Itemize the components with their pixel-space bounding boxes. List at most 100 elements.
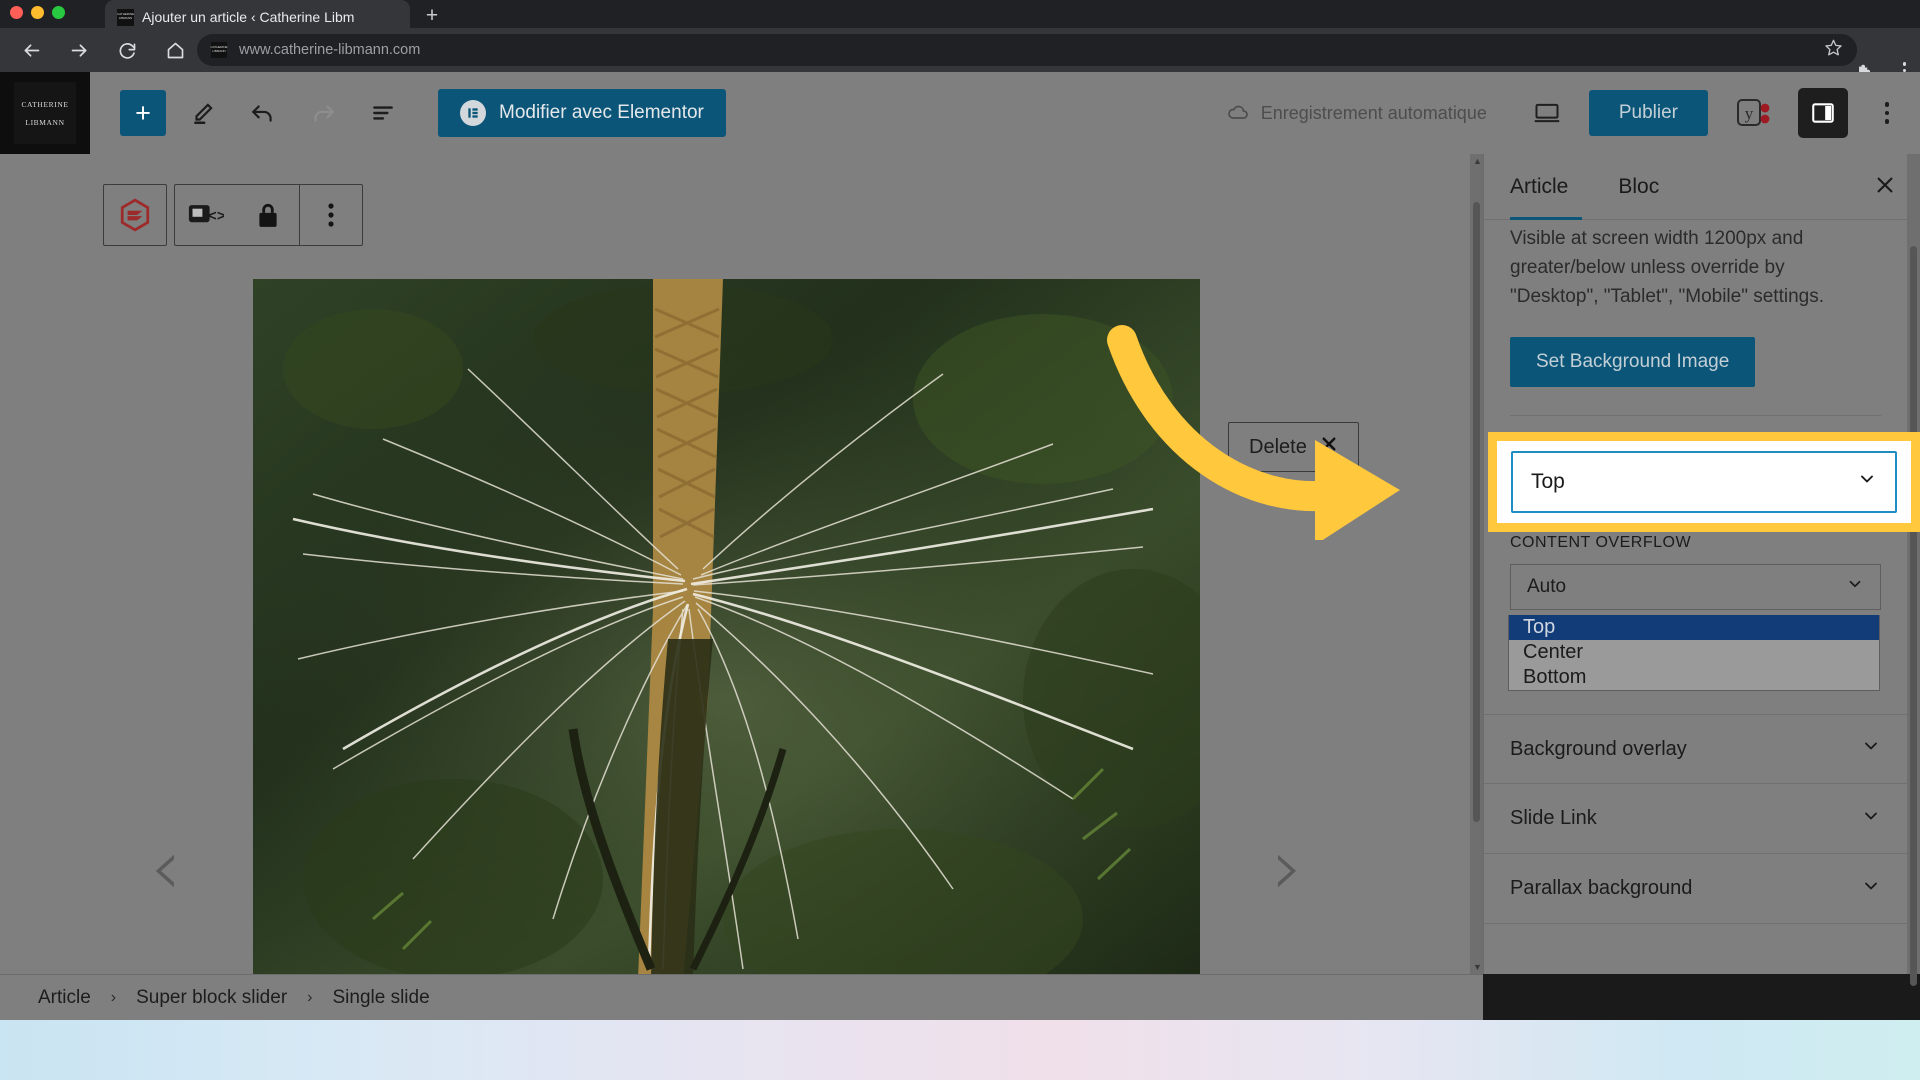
kebab-dot xyxy=(1902,62,1906,66)
svg-text:<>: <> xyxy=(208,209,224,225)
chevron-down-icon xyxy=(1861,806,1881,832)
settings-sidebar: Article Bloc Visible at screen width 120… xyxy=(1483,154,1920,986)
omni-favicon-line-2: LIBMANN xyxy=(212,49,226,53)
background-image-section: Visible at screen width 1200px and great… xyxy=(1484,220,1907,416)
set-background-image-button[interactable]: Set Background Image xyxy=(1510,337,1756,387)
close-x-icon xyxy=(1320,435,1338,459)
tab-favicon: CATHERINE LIBMANN xyxy=(117,8,134,26)
accordion-label: Slide Link xyxy=(1510,807,1597,829)
delete-slide-button[interactable]: Delete xyxy=(1228,422,1359,472)
lock-icon[interactable] xyxy=(237,185,299,245)
editor-options-icon[interactable] xyxy=(1870,91,1904,135)
delete-label: Delete xyxy=(1249,435,1307,458)
autosave-label: Enregistrement automatique xyxy=(1260,102,1487,123)
content-vertical-alignment-select[interactable]: Top xyxy=(1511,451,1897,513)
kebab-dot xyxy=(1884,119,1890,124)
site-logo-line-2: LIBMANN xyxy=(25,117,65,127)
visibility-note-line-1: Visible at screen width 1200px and xyxy=(1510,228,1804,249)
svg-text:y: y xyxy=(1745,104,1754,123)
breadcrumb-item-article[interactable]: Article xyxy=(38,987,91,1009)
accordion-parallax-background[interactable]: Parallax background xyxy=(1484,854,1907,924)
highlight-inner: Top xyxy=(1497,441,1911,523)
editor-toolbar: + Modifier avec Elementor Enregistrement… xyxy=(90,72,1920,154)
forward-arrow-icon[interactable] xyxy=(62,33,96,67)
publish-button[interactable]: Publier xyxy=(1588,90,1708,136)
cloud-icon xyxy=(1227,105,1248,119)
content-overflow-label: CONTENT OVERFLOW xyxy=(1510,534,1692,551)
scroll-down-arrow-icon[interactable]: ▼ xyxy=(1473,962,1482,972)
slider-next-button[interactable]: › xyxy=(1272,829,1303,907)
tab-title: Ajouter un article ‹ Catherine Libm xyxy=(142,9,355,25)
url-text: www.catherine-libmann.com xyxy=(239,42,421,58)
image-code-icon[interactable]: <> xyxy=(175,185,237,245)
block-actions-group: <> xyxy=(174,184,363,246)
site-logo-line-1: CATHERINE xyxy=(21,99,69,109)
slide-image[interactable] xyxy=(253,279,1200,974)
content-vertical-alignment-highlight: Top xyxy=(1488,432,1920,532)
chevron-down-icon xyxy=(1857,469,1877,495)
chevron-down-icon xyxy=(1846,575,1864,599)
pencil-icon[interactable] xyxy=(180,90,226,136)
slider-prev-button[interactable]: ‹ xyxy=(150,829,181,907)
autosave-status: Enregistrement automatique xyxy=(1226,101,1487,125)
yoast-seo-icon[interactable]: y xyxy=(1732,91,1776,135)
tab-bloc[interactable]: Bloc xyxy=(1618,175,1659,199)
canvas-scrollbar-thumb[interactable] xyxy=(1473,202,1480,822)
block-type-group[interactable] xyxy=(103,184,167,246)
dropdown-option-bottom[interactable]: Bottom xyxy=(1509,665,1879,690)
visibility-note-line-3: "Desktop", "Tablet", "Mobile" settings. xyxy=(1510,286,1824,307)
browser-tab-strip: CATHERINE LIBMANN Ajouter un article ‹ C… xyxy=(0,0,1920,34)
close-sidebar-icon[interactable] xyxy=(1874,174,1896,200)
favicon-line-2: LIBMANN xyxy=(118,16,133,20)
maximize-window-button[interactable] xyxy=(52,6,65,19)
minimize-window-button[interactable] xyxy=(31,6,44,19)
chevron-down-icon xyxy=(1861,876,1881,902)
accordion-label: Parallax background xyxy=(1510,877,1693,899)
settings-panel-icon[interactable] xyxy=(1798,88,1848,138)
scroll-up-arrow-icon[interactable]: ▲ xyxy=(1473,156,1482,166)
site-logo[interactable]: CATHERINE LIBMANN xyxy=(0,72,90,154)
screenshot-root: CATHERINE LIBMANN Ajouter un article ‹ C… xyxy=(0,0,1920,1080)
content-overflow-select[interactable]: Auto xyxy=(1510,564,1881,610)
kebab-dot xyxy=(1884,102,1890,107)
breadcrumb-item-single-slide[interactable]: Single slide xyxy=(332,987,429,1009)
visibility-note-line-2: greater/below unless override by xyxy=(1510,257,1785,278)
edit-with-elementor-button[interactable]: Modifier avec Elementor xyxy=(438,89,726,137)
redo-icon[interactable] xyxy=(300,90,346,136)
desktop-wallpaper-strip xyxy=(0,1020,1920,1080)
back-arrow-icon[interactable] xyxy=(14,33,48,67)
url-bar[interactable]: CATHERINE LIBMANN www.catherine-libmann.… xyxy=(197,34,1857,66)
editor-canvas: P <> xyxy=(0,154,1483,974)
block-more-options-icon[interactable] xyxy=(300,185,362,245)
sidebar-body: Visible at screen width 1200px and great… xyxy=(1484,220,1907,974)
slider-block-icon[interactable] xyxy=(104,185,166,245)
vertical-alignment-dropdown-options[interactable]: Top Center Bottom xyxy=(1508,615,1880,691)
reload-icon[interactable] xyxy=(110,33,144,67)
elementor-icon xyxy=(460,100,486,126)
dropdown-option-center[interactable]: Center xyxy=(1509,640,1879,665)
breadcrumb-item-super-block-slider[interactable]: Super block slider xyxy=(136,987,287,1009)
add-block-button[interactable]: + xyxy=(120,90,166,136)
list-view-icon[interactable] xyxy=(360,90,406,136)
toolbar-right-group: Enregistrement automatique Publier y xyxy=(1226,88,1920,138)
slide-photo xyxy=(253,279,1200,974)
star-icon[interactable] xyxy=(1824,38,1843,62)
visibility-note: Visible at screen width 1200px and great… xyxy=(1510,220,1881,311)
close-window-button[interactable] xyxy=(10,6,23,19)
undo-icon[interactable] xyxy=(240,90,286,136)
sidebar-scrollbar-thumb[interactable] xyxy=(1910,246,1917,986)
kebab-dot xyxy=(1884,110,1890,116)
site-favicon: CATHERINE LIBMANN xyxy=(210,42,228,58)
sidebar-divider xyxy=(1510,415,1881,416)
accordion-background-overlay[interactable]: Background overlay xyxy=(1484,714,1907,784)
canvas-scrollbar[interactable]: ▲ ▼ xyxy=(1470,154,1483,974)
new-tab-button[interactable]: + xyxy=(418,2,446,30)
accordion-slide-link[interactable]: Slide Link xyxy=(1484,784,1907,854)
window-controls[interactable] xyxy=(10,6,65,19)
dropdown-option-top[interactable]: Top xyxy=(1509,615,1879,640)
desktop-preview-icon[interactable] xyxy=(1525,91,1569,135)
content-overflow-value: Auto xyxy=(1527,576,1567,597)
home-icon[interactable] xyxy=(158,33,192,67)
sidebar-scrollbar[interactable] xyxy=(1907,154,1920,986)
tab-article[interactable]: Article xyxy=(1510,175,1568,199)
